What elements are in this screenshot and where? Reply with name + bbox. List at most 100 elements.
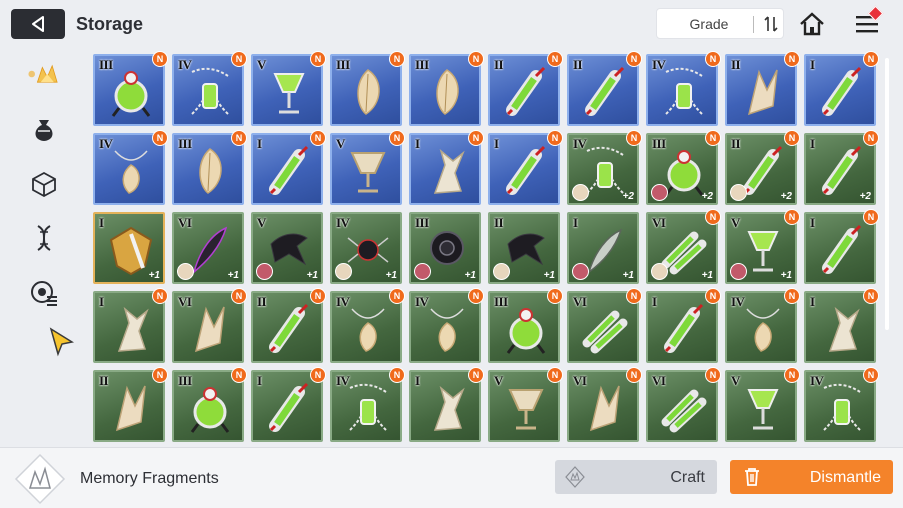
memory-fragment-card[interactable]: I +1 <box>93 212 165 284</box>
new-badge: N <box>468 51 484 67</box>
grade-label: V <box>731 373 740 388</box>
memory-fragment-card[interactable]: IV N <box>330 367 405 442</box>
memory-fragment-card[interactable]: IN <box>804 51 879 126</box>
memory-fragment-card[interactable]: III N +2 <box>646 130 721 205</box>
orb-icon <box>111 71 151 117</box>
memory-fragment-card[interactable]: II N <box>725 51 800 126</box>
dismantle-button[interactable]: Dismantle <box>730 460 893 494</box>
memory-fragment-card[interactable]: II N <box>93 367 168 442</box>
sidebar-item-gene[interactable] <box>26 220 62 256</box>
memory-fragment-card[interactable]: IN <box>251 367 326 442</box>
grade-label: I <box>415 373 420 388</box>
memory-fragment-card[interactable]: IN <box>409 367 484 442</box>
feather-icon <box>357 69 380 115</box>
new-badge: N <box>863 209 879 225</box>
memory-fragment-card[interactable]: III N <box>172 130 247 205</box>
grade-label: IV <box>336 215 350 230</box>
memory-fragment-card[interactable]: VI +1 <box>172 212 244 284</box>
memory-fragment-card[interactable]: VI N <box>646 367 721 442</box>
memory-fragment-card[interactable]: IV N <box>409 288 484 363</box>
memory-fragment-card[interactable]: IV N <box>646 51 721 126</box>
memory-fragment-card[interactable]: III N <box>409 51 484 126</box>
fragment-icon <box>28 64 58 83</box>
memory-fragment-card[interactable]: IN <box>409 130 484 205</box>
new-badge: N <box>547 130 563 146</box>
memory-fragment-card[interactable]: VN <box>725 367 800 442</box>
grade-label: VI <box>652 215 666 230</box>
memory-fragment-card[interactable]: IN <box>488 130 563 205</box>
memory-fragment-card[interactable]: IV +1 <box>330 212 402 284</box>
grade-label: V <box>257 57 266 72</box>
grade-label: VI <box>178 215 192 230</box>
memory-fragment-card[interactable]: II N <box>567 51 642 126</box>
memory-fragment-card[interactable]: III N <box>93 51 168 126</box>
grade-label: I <box>99 294 104 309</box>
craft-button[interactable]: Craft <box>555 460 717 494</box>
memory-fragment-card[interactable]: IN <box>251 130 326 205</box>
grade-sort-label: Grade <box>689 16 729 32</box>
sidebar-item-fragments[interactable] <box>26 56 62 92</box>
memory-fragment-card[interactable]: VI N +1 <box>646 209 721 284</box>
memory-fragment-card[interactable]: III N <box>488 288 563 363</box>
memory-fragment-card[interactable]: II N <box>251 288 326 363</box>
memory-fragment-card[interactable]: II N <box>488 51 563 126</box>
memory-fragment-card[interactable]: III N <box>172 367 247 442</box>
memory-fragment-card[interactable]: VI N <box>172 288 247 363</box>
syringe-icon <box>269 145 309 195</box>
memory-fragment-card[interactable]: IN <box>804 209 879 284</box>
back-button[interactable] <box>11 9 65 39</box>
memory-fragment-card[interactable]: V +1 <box>251 212 323 284</box>
grade-label: III <box>99 57 113 72</box>
goblet-gold-icon <box>350 152 386 193</box>
syringe-icon <box>585 66 625 116</box>
memory-fragment-card[interactable]: VI N <box>567 367 642 442</box>
back-arrow-icon <box>32 16 44 32</box>
memory-fragment-card[interactable]: II N +2 <box>725 130 800 205</box>
memory-fragment-card[interactable]: IV N <box>725 288 800 363</box>
memory-fragment-card[interactable]: IN <box>93 288 168 363</box>
grade-sort-button[interactable]: Grade <box>656 8 784 39</box>
new-badge: N <box>389 367 405 383</box>
memory-fragment-card[interactable]: IV N +2 <box>567 130 642 205</box>
home-icon[interactable] <box>797 10 827 38</box>
new-badge: N <box>468 288 484 304</box>
memory-fragment-card[interactable]: I N +2 <box>804 130 879 205</box>
grade-label: II <box>494 57 504 72</box>
memory-fragment-card[interactable]: IV N <box>172 51 247 126</box>
grade-label: II <box>731 57 741 72</box>
crystal-icon <box>565 466 585 488</box>
bone-icon <box>828 306 860 352</box>
grade-label: VI <box>178 294 192 309</box>
new-badge: N <box>231 51 247 67</box>
feather-icon <box>199 148 222 194</box>
memory-fragment-card[interactable]: III +1 <box>409 212 481 284</box>
sidebar-item-cube[interactable] <box>26 166 62 202</box>
grade-label: III <box>652 136 666 151</box>
memory-fragment-card[interactable]: IV N <box>93 130 168 205</box>
new-badge: N <box>310 367 326 383</box>
sidebar-item-pathfinding[interactable] <box>26 274 62 310</box>
memory-fragment-card[interactable]: IN <box>646 288 721 363</box>
memory-fragment-card[interactable]: IV N <box>804 367 879 442</box>
equipped-character-avatar <box>730 263 747 280</box>
new-badge: N <box>152 51 168 67</box>
grade-label: I <box>257 136 262 151</box>
enhance-level: +1 <box>306 270 318 281</box>
equipped-character-avatar <box>572 184 589 201</box>
memory-fragment-card[interactable]: II +1 <box>488 212 560 284</box>
memory-fragment-card[interactable]: IV N <box>330 288 405 363</box>
memory-fragment-card[interactable]: IN <box>804 288 879 363</box>
new-badge: N <box>547 367 563 383</box>
sort-order-icon[interactable] <box>761 14 781 34</box>
memory-fragment-card[interactable]: VN <box>488 367 563 442</box>
sidebar-item-materials[interactable] <box>26 112 62 148</box>
memory-fragment-card[interactable]: I +1 <box>567 212 639 284</box>
memory-fragment-card[interactable]: VN <box>330 130 405 205</box>
memory-fragment-card[interactable]: III N <box>330 51 405 126</box>
scrollbar[interactable] <box>885 58 889 330</box>
grade-label: I <box>415 136 420 151</box>
memory-fragment-card[interactable]: VN <box>251 51 326 126</box>
memory-fragment-card[interactable]: VI N <box>567 288 642 363</box>
memory-fragment-card[interactable]: V N +1 <box>725 209 800 284</box>
grade-label: IV <box>810 373 824 388</box>
